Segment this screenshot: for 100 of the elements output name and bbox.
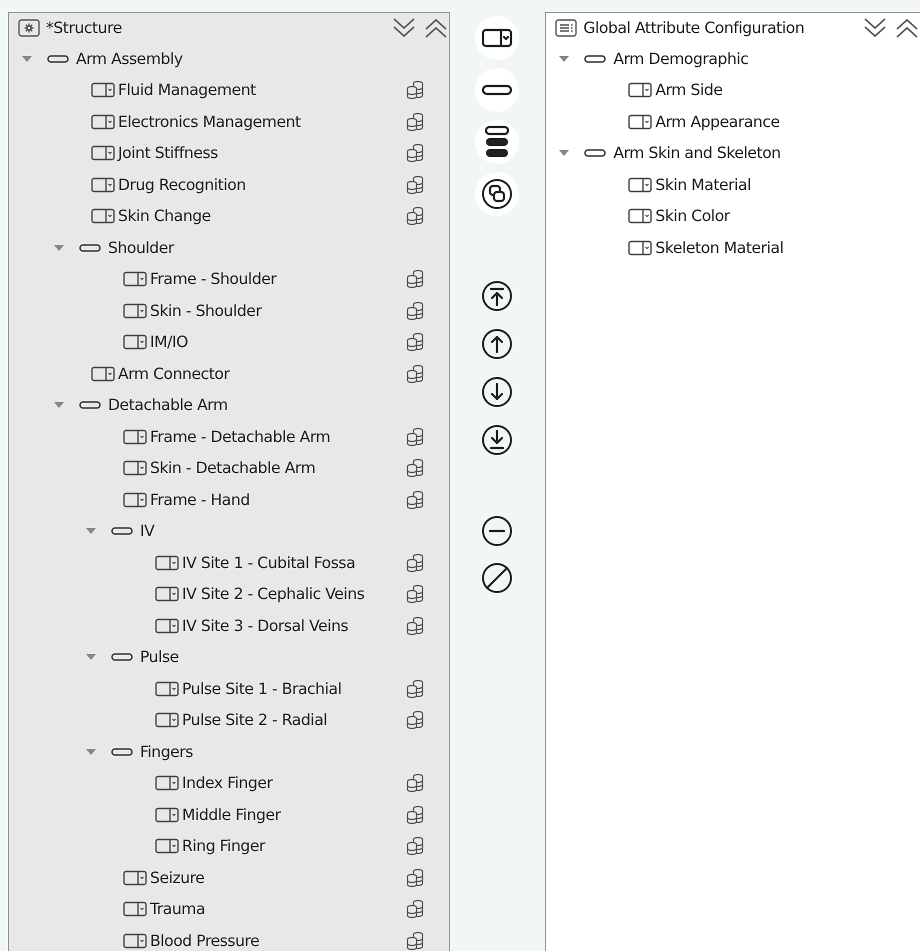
group-label[interactable]: Detachable Arm (108, 396, 228, 414)
attribute-label[interactable]: Middle Finger (182, 806, 281, 824)
expand-triangle-icon[interactable] (21, 54, 33, 63)
database-icon[interactable] (406, 552, 424, 573)
attribute-label[interactable]: Blood Pressure (150, 932, 260, 950)
attribute-label[interactable]: Skin Color (655, 207, 730, 226)
database-icon[interactable] (406, 174, 424, 195)
dropdown-field-icon (91, 145, 115, 162)
move-to-bottom-icon (480, 423, 514, 457)
group-label[interactable]: Pulse (140, 648, 179, 666)
attribute-label[interactable]: Trauma (150, 900, 206, 918)
add-group-button[interactable] (475, 68, 520, 112)
database-icon[interactable] (406, 804, 424, 825)
attribute-label[interactable]: Pulse Site 2 - Radial (182, 711, 328, 730)
attribute-label[interactable]: Pulse Site 1 - Brachial (182, 680, 342, 698)
attribute-label[interactable]: Arm Connector (118, 364, 230, 383)
expand-all-icon[interactable] (862, 16, 888, 40)
attribute-label[interactable]: Joint Stiffness (118, 144, 218, 162)
group-icon (584, 54, 606, 63)
attribute-label[interactable]: Skin Material (655, 176, 752, 194)
attribute-label[interactable]: Frame - Shoulder (150, 270, 276, 288)
group-label[interactable]: Shoulder (108, 238, 174, 257)
attribute-label[interactable]: Fluid Management (118, 81, 256, 100)
dropdown-field-icon (155, 806, 179, 823)
group-label[interactable]: Arm Demographic (613, 50, 748, 68)
attribute-label[interactable]: Arm Side (655, 81, 722, 100)
attribute-label[interactable]: Seizure (150, 868, 204, 887)
attribute-label[interactable]: IV Site 3 - Dorsal Veins (182, 616, 348, 635)
group-label[interactable]: Fingers (140, 742, 193, 761)
attribute-label[interactable]: Skin Change (118, 207, 211, 226)
group-label[interactable]: Arm Assembly (76, 50, 183, 68)
group-label[interactable]: Arm Skin and Skeleton (613, 144, 781, 162)
dropdown-field-icon (123, 302, 147, 319)
settings-icon[interactable] (18, 19, 40, 37)
expand-triangle-icon[interactable] (558, 54, 570, 63)
expand-triangle-icon[interactable] (85, 653, 97, 662)
attribute-label[interactable]: Skeleton Material (655, 238, 784, 257)
panel-title: *Structure (46, 19, 122, 37)
attribute-label[interactable]: Frame - Hand (150, 490, 250, 509)
database-icon[interactable] (406, 773, 424, 794)
collapse-all-icon[interactable] (894, 16, 920, 40)
duplicate-button[interactable] (475, 172, 520, 216)
attribute-label[interactable]: Frame - Detachable Arm (150, 428, 330, 446)
expand-all-icon[interactable] (390, 16, 417, 40)
database-icon[interactable] (406, 678, 424, 699)
attribute-label[interactable]: IV Site 1 - Cubital Fossa (182, 554, 356, 572)
database-icon[interactable] (406, 899, 424, 920)
dropdown-field-icon (123, 334, 147, 350)
database-icon[interactable] (406, 80, 424, 100)
database-icon[interactable] (406, 930, 424, 951)
dropdown-field-icon (123, 271, 147, 288)
attribute-label[interactable]: IM/IO (150, 333, 188, 352)
database-icon[interactable] (406, 332, 424, 352)
database-icon[interactable] (406, 710, 424, 730)
database-icon[interactable] (406, 490, 424, 510)
dropdown-field-icon (628, 208, 652, 224)
expand-triangle-icon[interactable] (85, 527, 97, 536)
dropdown-field-icon (628, 82, 652, 98)
database-icon[interactable] (406, 143, 424, 164)
panel-title: Global Attribute Configuration (583, 19, 804, 37)
expand-triangle-icon[interactable] (558, 149, 570, 158)
expand-triangle-icon[interactable] (85, 748, 97, 756)
dropdown-field-icon (123, 428, 147, 445)
attribute-label[interactable]: Skin - Shoulder (150, 302, 262, 320)
database-icon[interactable] (406, 300, 424, 321)
add-nested-group-button[interactable] (475, 120, 520, 164)
attribute-label[interactable]: IV Site 2 - Cephalic Veins (182, 585, 364, 604)
dropdown-field-icon (91, 114, 115, 130)
attribute-label[interactable]: Index Finger (182, 774, 272, 792)
database-icon[interactable] (406, 206, 424, 226)
database-icon[interactable] (406, 584, 424, 604)
group-label[interactable]: IV (140, 522, 154, 540)
attribute-label[interactable]: Skin - Detachable Arm (150, 459, 316, 478)
expand-triangle-icon[interactable] (53, 244, 65, 252)
duplicate-icon (480, 177, 514, 211)
database-icon[interactable] (406, 426, 424, 447)
dropdown-field-icon (123, 460, 147, 476)
add-attribute-button[interactable] (475, 16, 520, 60)
database-icon[interactable] (406, 458, 424, 478)
dropdown-field-icon (123, 901, 147, 918)
database-icon[interactable] (406, 364, 424, 384)
attribute-label[interactable]: Ring Finger (182, 837, 265, 856)
group-icon (111, 748, 133, 756)
move-down-icon (480, 375, 514, 409)
database-icon[interactable] (406, 112, 424, 132)
attribute-label[interactable]: Electronics Management (118, 112, 301, 131)
dropdown-field-icon (155, 586, 179, 602)
expand-triangle-icon[interactable] (53, 401, 65, 410)
collapse-all-icon[interactable] (422, 16, 449, 40)
list-icon[interactable] (555, 19, 578, 37)
attribute-label[interactable]: Arm Appearance (655, 112, 780, 131)
database-icon[interactable] (406, 616, 424, 636)
attribute-label[interactable]: Drug Recognition (118, 176, 246, 194)
database-icon[interactable] (406, 269, 424, 290)
group-icon (111, 653, 133, 662)
database-icon[interactable] (406, 836, 424, 856)
database-icon[interactable] (406, 868, 424, 888)
dropdown-field-icon (155, 680, 179, 697)
dropdown-field-icon (628, 240, 652, 256)
dropdown-field-icon (123, 870, 147, 886)
